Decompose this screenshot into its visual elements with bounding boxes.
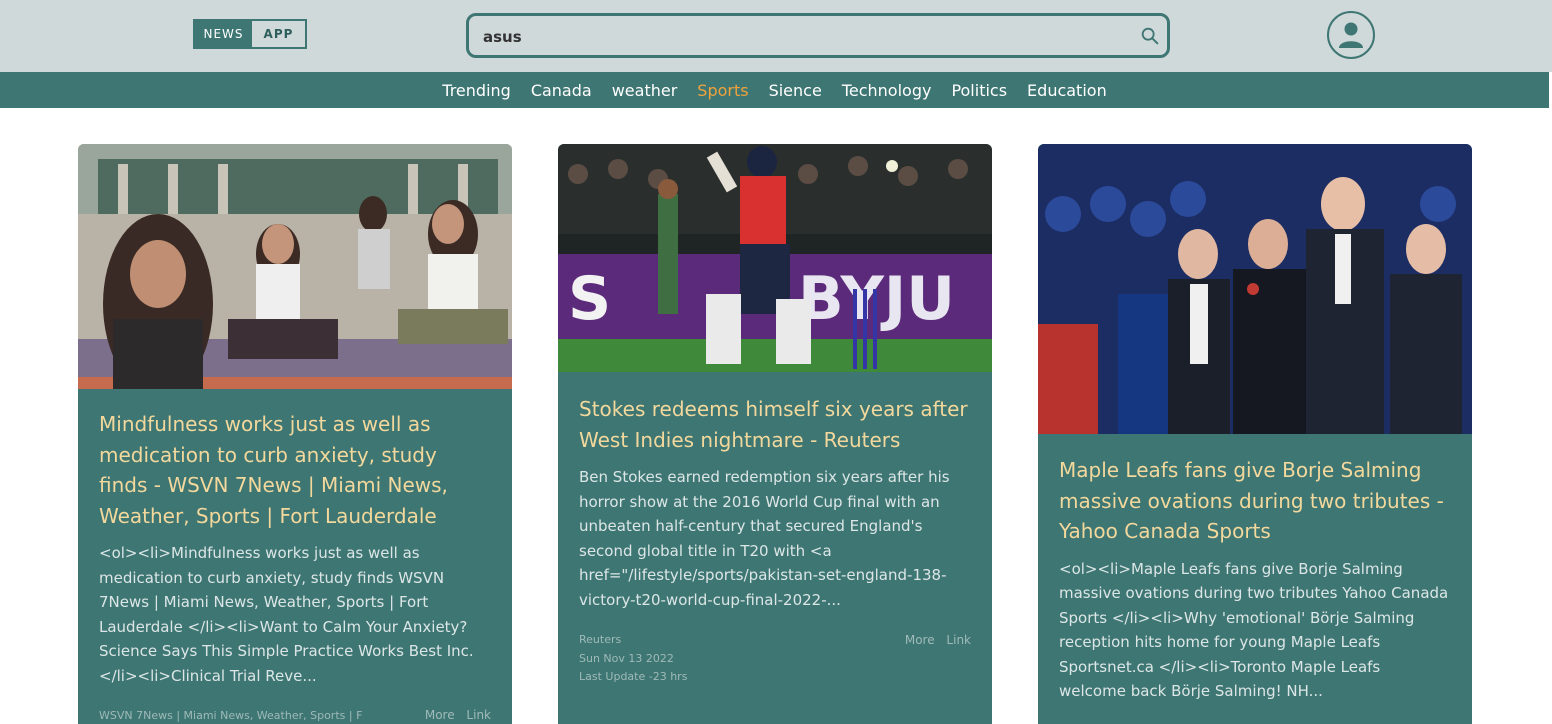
nav-item-sience[interactable]: Sience: [759, 81, 832, 100]
news-card-updated: Last Update -23 hrs: [579, 670, 688, 683]
logo-app-label: APP: [263, 27, 294, 41]
nav-item-politics[interactable]: Politics: [941, 81, 1017, 100]
search-input[interactable]: [481, 22, 1125, 52]
news-card-image-hockey[interactable]: [1038, 144, 1472, 434]
more-link[interactable]: More: [425, 708, 455, 722]
news-card-title[interactable]: Stokes redeems himself six years after W…: [579, 394, 971, 455]
more-link[interactable]: More: [905, 633, 935, 647]
top-header: NEWS APP: [0, 0, 1552, 72]
news-card-3[interactable]: Maple Leafs fans give Borje Salming mass…: [1038, 144, 1472, 724]
news-card-links: More Link: [897, 633, 971, 647]
nav-item-sports[interactable]: Sports: [687, 81, 758, 100]
nav-item-canada[interactable]: Canada: [521, 81, 602, 100]
nav-item-trending[interactable]: Trending: [432, 81, 521, 100]
news-card-3-body: Maple Leafs fans give Borje Salming mass…: [1038, 455, 1472, 704]
news-card-title[interactable]: Maple Leafs fans give Borje Salming mass…: [1059, 455, 1451, 547]
category-nav-items: Trending Canada weather Sports Sience Te…: [0, 72, 1549, 108]
news-card-date: Sun Nov 13 2022: [579, 651, 674, 665]
news-card-2-body: Stokes redeems himself six years after W…: [558, 394, 992, 612]
news-card-2[interactable]: S BYJU Stokes redeems himself six years …: [558, 144, 992, 724]
user-icon: [1339, 22, 1363, 48]
news-card-description: Ben Stokes earned redemption six years a…: [579, 468, 950, 609]
svg-text:S: S: [568, 264, 611, 334]
news-card-title[interactable]: Mindfulness works just as well as medica…: [99, 409, 491, 531]
news-card-image-cricket[interactable]: S BYJU: [558, 144, 992, 372]
news-card-image-yoga[interactable]: [78, 144, 512, 389]
user-avatar-button[interactable]: [1327, 11, 1375, 59]
source-link[interactable]: Link: [466, 708, 491, 722]
news-card-1[interactable]: Mindfulness works just as well as medica…: [78, 144, 512, 724]
category-nav: Trending Canada weather Sports Sience Te…: [0, 72, 1549, 108]
nav-item-technology[interactable]: Technology: [832, 81, 942, 100]
news-card-1-body: Mindfulness works just as well as medica…: [78, 409, 512, 688]
news-card-description: <ol><li>Mindfulness works just as well a…: [99, 544, 474, 685]
source-link[interactable]: Link: [946, 633, 971, 647]
search-icon[interactable]: [1139, 25, 1161, 47]
news-app-logo[interactable]: NEWS APP: [193, 19, 307, 49]
logo-news-label: NEWS: [195, 21, 252, 47]
search-bar: [466, 13, 1170, 58]
news-card-description: <ol><li>Maple Leafs fans give Borje Salm…: [1059, 559, 1449, 701]
nav-item-education[interactable]: Education: [1017, 81, 1117, 100]
news-card-links: More Link: [417, 708, 491, 722]
nav-item-weather[interactable]: weather: [602, 81, 688, 100]
news-card-source: WSVN 7News | Miami News, Weather, Sports…: [99, 709, 362, 722]
